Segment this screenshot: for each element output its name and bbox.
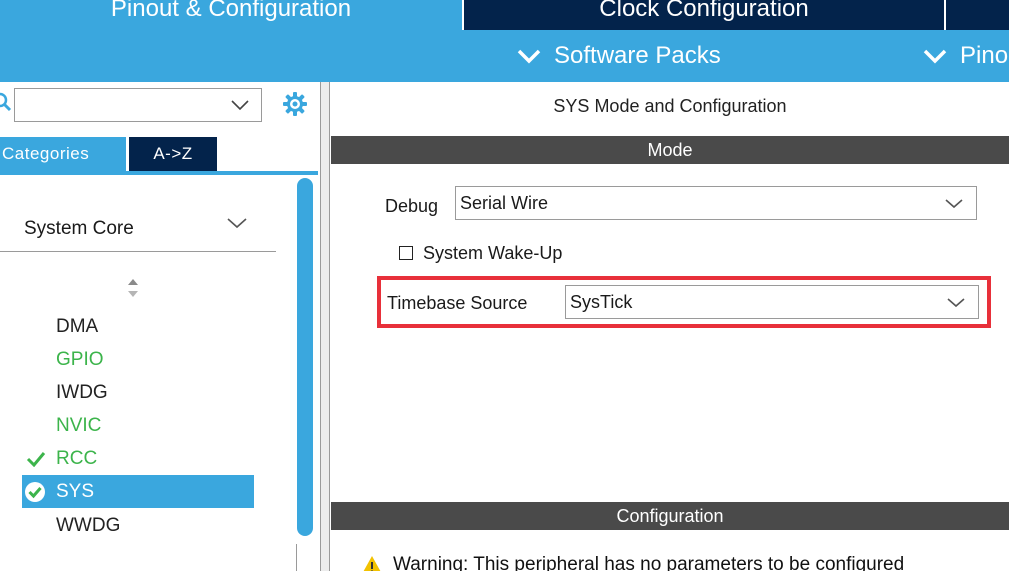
debug-select-value: Serial Wire: [460, 192, 549, 213]
list-item-label: NVIC: [56, 414, 102, 436]
list-item-label: GPIO: [56, 348, 104, 370]
search-icon: [0, 92, 12, 112]
page-title: SYS Mode and Configuration: [553, 96, 787, 116]
system-wake-up-checkbox[interactable]: [399, 246, 413, 260]
list-item-gpio[interactable]: GPIO: [22, 343, 254, 376]
circle-check-icon: [25, 481, 45, 502]
chevron-down-icon[interactable]: [230, 98, 250, 112]
software-packs-menu[interactable]: Software Packs: [516, 30, 721, 82]
chevron-down-icon: [945, 199, 963, 209]
mode-header-label: Mode: [647, 139, 693, 160]
warning-text: Warning: This peripheral has no paramete…: [393, 554, 905, 571]
tab-pinout-configuration[interactable]: Pinout & Configuration: [0, 0, 462, 30]
warning-icon: [363, 556, 381, 571]
search-input[interactable]: [14, 88, 262, 122]
chevron-down-icon: [923, 49, 947, 64]
gear-icon[interactable]: [282, 91, 308, 117]
list-item-iwdg[interactable]: IWDG: [22, 376, 254, 409]
tab-pinout-label: Pinout & Configuration: [110, 0, 352, 22]
sort-icon[interactable]: [126, 277, 140, 299]
tab-a-z-label: A->Z: [153, 144, 193, 163]
divider: [296, 544, 297, 571]
debug-label: Debug: [385, 196, 439, 216]
chevron-down-icon: [517, 49, 541, 64]
pinout-menu-label: Pinout: [960, 42, 1009, 69]
tab-clock-label: Clock Configuration: [599, 0, 809, 22]
list-scrollbar[interactable]: [297, 178, 313, 536]
tab-underline: [0, 171, 318, 175]
configuration-section-header: Configuration: [331, 502, 1009, 530]
panel-splitter[interactable]: [320, 82, 330, 571]
sub-menu-bar: Software Packs Pinout: [0, 30, 1009, 82]
software-packs-label: Software Packs: [554, 42, 721, 69]
timebase-source-select[interactable]: SysTick: [565, 285, 979, 319]
list-item-rcc[interactable]: RCC: [22, 442, 254, 475]
timebase-source-label: Timebase Source: [387, 293, 528, 313]
list-item-nvic[interactable]: NVIC: [22, 409, 254, 442]
list-item-label: SYS: [56, 480, 95, 502]
warning-message: Warning: This peripheral has no paramete…: [361, 554, 904, 571]
top-tab-bar: Pinout & Configuration Clock Configurati…: [0, 0, 1009, 30]
list-item-label: RCC: [56, 447, 98, 469]
list-item-wwdg[interactable]: WWDG: [22, 509, 254, 542]
tab-categories[interactable]: Categories: [0, 137, 126, 171]
mode-section-header: Mode: [331, 136, 1009, 164]
list-item-label: DMA: [56, 315, 99, 337]
chevron-down-icon: [227, 218, 247, 229]
timebase-select-value: SysTick: [570, 291, 633, 312]
configuration-header-label: Configuration: [616, 505, 724, 526]
list-item-sys[interactable]: SYS: [22, 475, 254, 508]
tab-clock-configuration[interactable]: Clock Configuration: [462, 0, 944, 30]
list-item-dma[interactable]: DMA: [22, 310, 254, 343]
system-wake-up-label: System Wake-Up: [423, 243, 563, 263]
pinout-menu[interactable]: Pinout: [922, 30, 1009, 82]
categories-panel: Categories A->Z System Core DMA GPIO IWD…: [0, 82, 320, 571]
group-label: System Core: [24, 218, 134, 239]
sys-mode-panel: SYS Mode and Configuration Mode Debug Se…: [331, 82, 1009, 571]
list-item-label: WWDG: [56, 514, 121, 536]
list-item-label: IWDG: [56, 381, 108, 403]
chevron-down-icon: [947, 298, 965, 308]
tab-next[interactable]: [944, 0, 1009, 30]
group-system-core[interactable]: System Core: [0, 204, 276, 252]
checkmark-icon: [26, 451, 46, 467]
tab-categories-label: Categories: [2, 144, 90, 163]
tab-a-z[interactable]: A->Z: [129, 137, 217, 171]
debug-select[interactable]: Serial Wire: [455, 186, 977, 220]
